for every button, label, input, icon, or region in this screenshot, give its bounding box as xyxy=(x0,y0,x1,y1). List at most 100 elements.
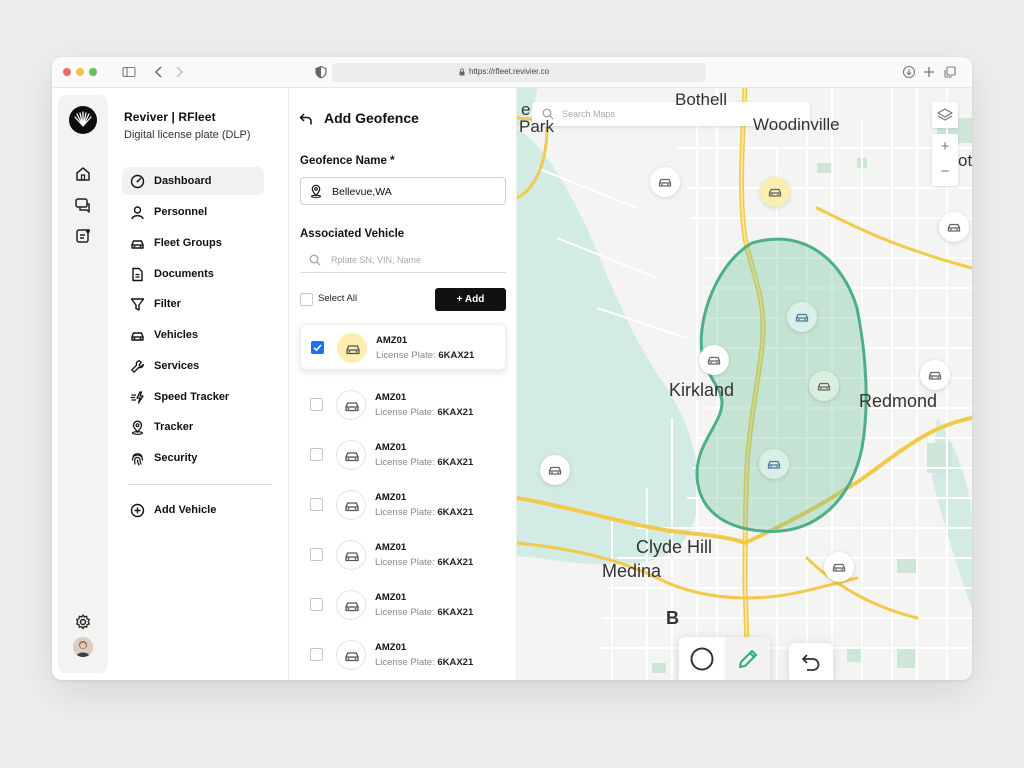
nav-item-personnel[interactable]: Personnel xyxy=(122,198,264,226)
circle-tool-button[interactable] xyxy=(679,637,724,680)
vehicle-map-pin[interactable] xyxy=(809,371,839,401)
vehicle-plate: License Plate: 6KAX21 xyxy=(376,350,474,361)
avatar-image-icon xyxy=(73,637,93,657)
map-canvas[interactable] xyxy=(517,88,972,680)
car-icon xyxy=(346,345,360,355)
add-vehicle-button[interactable]: Add Vehicle xyxy=(122,496,264,524)
draw-tool-button[interactable] xyxy=(725,637,770,680)
vehicle-row[interactable]: AMZ01 License Plate: 6KAX21 xyxy=(300,532,506,578)
browser-toolbar: https://rfleet.revivier.co xyxy=(52,57,972,88)
notes-icon[interactable] xyxy=(73,226,93,246)
shield-icon[interactable] xyxy=(314,65,328,79)
nav-item-tracker[interactable]: Tracker xyxy=(122,413,264,441)
map-view[interactable]: Search Maps + − Bothell Park e Woodinvil… xyxy=(517,88,972,680)
plate-label: License Plate: xyxy=(375,457,435,468)
park-area xyxy=(897,558,917,573)
vehicle-map-pin[interactable] xyxy=(759,449,789,479)
nav-item-security[interactable]: Security xyxy=(122,444,264,472)
car-icon xyxy=(928,371,942,380)
car-icon xyxy=(947,223,961,232)
zoom-out-button[interactable]: − xyxy=(932,163,958,180)
vehicle-name: AMZ01 xyxy=(376,335,408,346)
new-tab-icon[interactable] xyxy=(922,65,936,79)
forward-arrow-icon[interactable] xyxy=(172,65,186,79)
vehicle-avatar xyxy=(336,440,366,470)
map-label-edge-left: e xyxy=(521,100,531,119)
undo-button[interactable] xyxy=(789,643,833,680)
vehicle-map-pin[interactable] xyxy=(699,345,729,375)
plus-circle-icon xyxy=(130,503,145,518)
car-icon xyxy=(767,460,781,469)
car-icon xyxy=(345,552,359,562)
nav-item-dashboard[interactable]: Dashboard xyxy=(122,167,264,195)
plate-value: 6KAX21 xyxy=(437,507,474,518)
vehicle-row[interactable]: AMZ01 License Plate: 6KAX21 xyxy=(300,432,506,478)
undo-icon xyxy=(802,654,820,671)
vehicle-map-pin[interactable] xyxy=(760,177,790,207)
nav-label: Tracker xyxy=(154,421,194,433)
lock-icon xyxy=(459,68,465,76)
plate-label: License Plate: xyxy=(375,657,435,668)
nav-item-vehicles[interactable]: Vehicles xyxy=(122,321,264,349)
vehicle-map-pin[interactable] xyxy=(824,552,854,582)
vehicle-row[interactable]: AMZ01 License Plate: 6KAX21 xyxy=(300,632,506,678)
vehicle-checkbox[interactable] xyxy=(310,398,323,411)
car-icon xyxy=(345,502,359,512)
plate-label: License Plate: xyxy=(375,607,435,618)
vehicle-avatar xyxy=(336,390,366,420)
vehicle-row[interactable]: AMZ01 License Plate: 6KAX21 xyxy=(300,582,506,628)
vehicle-search-input[interactable]: Rplate SN, VIN, Name xyxy=(300,249,506,273)
nav-label: Fleet Groups xyxy=(154,237,222,249)
vehicle-map-pin[interactable] xyxy=(920,360,950,390)
url-text: https://rfleet.revivier.co xyxy=(469,67,550,76)
park-area xyxy=(817,163,831,173)
vehicle-checkbox[interactable] xyxy=(310,648,323,661)
maximize-window-button[interactable] xyxy=(89,68,97,76)
plate-value: 6KAX21 xyxy=(438,350,475,361)
vehicle-map-pin[interactable] xyxy=(540,455,570,485)
vehicle-row[interactable]: AMZ01 License Plate: 6KAX21 xyxy=(300,382,506,428)
geofence-name-input[interactable]: Bellevue,WA xyxy=(300,177,506,205)
car-icon xyxy=(345,652,359,662)
chat-icon[interactable] xyxy=(73,195,93,215)
tabs-overview-icon[interactable] xyxy=(943,65,957,79)
vehicle-map-pin[interactable] xyxy=(787,302,817,332)
download-icon[interactable] xyxy=(902,65,916,79)
geofence-name-label: Geofence Name * xyxy=(300,155,395,167)
sidebar-toggle-icon[interactable] xyxy=(122,65,136,79)
reviver-logo[interactable] xyxy=(69,106,97,134)
zoom-in-button[interactable]: + xyxy=(932,138,958,155)
vehicle-map-pin[interactable] xyxy=(939,212,969,242)
nav-item-filter[interactable]: Filter xyxy=(122,290,264,318)
vehicle-checkbox[interactable] xyxy=(311,341,324,354)
vehicle-checkbox[interactable] xyxy=(310,548,323,561)
address-bar[interactable]: https://rfleet.revivier.co xyxy=(332,63,706,82)
user-avatar[interactable] xyxy=(73,637,93,657)
vehicle-row[interactable]: AMZ01 License Plate: 6KAX21 xyxy=(300,482,506,528)
nav-item-services[interactable]: Services xyxy=(122,352,264,380)
vehicle-search-placeholder: Rplate SN, VIN, Name xyxy=(331,255,422,265)
vehicle-checkbox[interactable] xyxy=(310,598,323,611)
minimize-window-button[interactable] xyxy=(76,68,84,76)
vehicle-row[interactable]: AMZ01 License Plate: 6KAX21 xyxy=(300,324,506,370)
map-label-park: Park xyxy=(519,117,554,136)
select-all-checkbox[interactable] xyxy=(300,293,313,306)
nav-item-speed-tracker[interactable]: Speed Tracker xyxy=(122,383,264,411)
nav-item-documents[interactable]: Documents xyxy=(122,260,264,288)
back-icon[interactable] xyxy=(299,112,313,126)
back-arrow-icon[interactable] xyxy=(152,65,166,79)
gear-icon[interactable] xyxy=(73,612,93,632)
car-icon xyxy=(548,466,562,475)
vehicle-checkbox[interactable] xyxy=(310,498,323,511)
drawing-tools xyxy=(679,637,770,680)
vehicle-checkbox[interactable] xyxy=(310,448,323,461)
vehicle-map-pin[interactable] xyxy=(650,167,680,197)
dashboard-icon xyxy=(130,174,145,189)
close-window-button[interactable] xyxy=(63,68,71,76)
car-icon xyxy=(707,356,721,365)
nav-item-fleet-groups[interactable]: Fleet Groups xyxy=(122,229,264,257)
home-icon[interactable] xyxy=(73,164,93,184)
add-vehicles-button[interactable]: + Add xyxy=(435,288,506,311)
map-layers-button[interactable] xyxy=(932,102,958,128)
circle-tool-icon xyxy=(690,647,714,671)
